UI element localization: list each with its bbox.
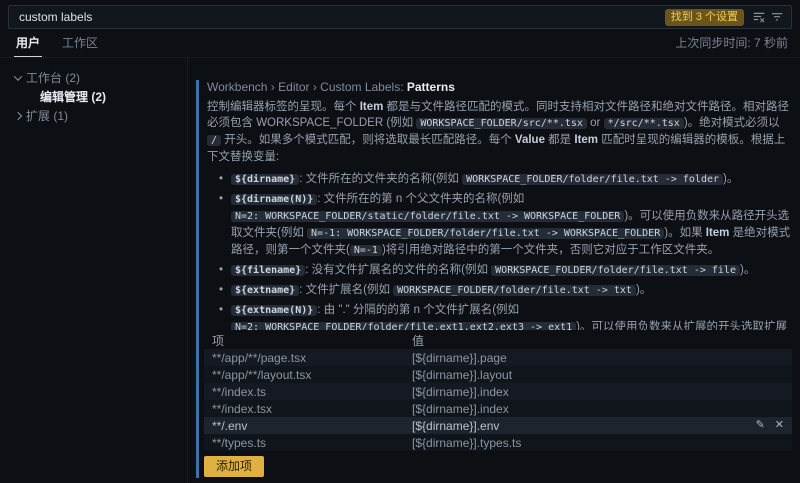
patterns-table: 项 值 **/app/**/page.tsx [${dirname}].page… xyxy=(204,332,792,477)
table-row[interactable]: **/types.ts [${dirname}].types.ts ✎ ✕ xyxy=(204,434,792,451)
row-value: [${dirname}].types.ts xyxy=(404,436,792,450)
sidebar-item-label: 扩展 (1) xyxy=(26,107,68,124)
last-sync-status: 上次同步时间: 7 秒前 xyxy=(675,34,788,57)
setting-description: 控制编辑器标签的呈现。每个 Item 都是与文件路径匹配的模式。同时支持相对文件… xyxy=(207,99,792,165)
settings-editor: 找到 3 个设置 用户 工作区 上次同步时间: 7 秒前 工作台 (2 xyxy=(0,0,800,480)
table-row[interactable]: **/app/**/page.tsx [${dirname}].page ✎ ✕ xyxy=(204,349,792,366)
variable-extname-n: ${extname(N)}: 由 "." 分隔的的第 n 个文件扩展名(例如 N… xyxy=(231,302,792,330)
breadcrumb-prefix: Workbench › Editor › Custom Labels: xyxy=(207,80,407,94)
results-count-badge: 找到 3 个设置 xyxy=(665,9,744,26)
chevron-right-icon[interactable] xyxy=(10,113,26,119)
chevron-down-icon[interactable] xyxy=(10,75,26,81)
settings-search-row: 找到 3 个设置 xyxy=(0,0,800,32)
settings-search-box: 找到 3 个设置 xyxy=(8,5,792,29)
column-header-item: 项 xyxy=(204,332,404,349)
variable-filename: ${filename}: 没有文件扩展名的文件的名称(例如 WORKSPACE_… xyxy=(231,262,792,279)
settings-toc-sidebar: 工作台 (2) 编辑管理 (2) 扩展 (1) xyxy=(0,58,188,483)
table-header-row: 项 值 xyxy=(204,332,792,349)
clear-all-icon[interactable] xyxy=(750,8,768,26)
table-row[interactable]: **/.env [${dirname}].env ✎ ✕ xyxy=(204,417,792,434)
setting-custom-labels-patterns: Workbench › Editor › Custom Labels: Patt… xyxy=(196,80,792,478)
sidebar-item-workbench[interactable]: 工作台 (2) xyxy=(0,68,187,87)
add-item-button[interactable]: 添加项 xyxy=(204,456,264,477)
row-item: **/index.tsx xyxy=(204,402,404,416)
search-input[interactable] xyxy=(17,9,665,25)
column-header-value: 值 xyxy=(404,332,792,349)
tab-user[interactable]: 用户 xyxy=(14,31,42,57)
setting-title: Patterns xyxy=(407,80,455,94)
table-row[interactable]: **/index.ts [${dirname}].index ✎ ✕ xyxy=(204,383,792,400)
table-row[interactable]: **/app/**/layout.tsx [${dirname}].layout… xyxy=(204,366,792,383)
pencil-icon[interactable]: ✎ xyxy=(756,420,765,431)
setting-breadcrumb: Workbench › Editor › Custom Labels: Patt… xyxy=(207,80,792,94)
sidebar-item-label: 工作台 (2) xyxy=(26,69,80,86)
sidebar-item-editor-management[interactable]: 编辑管理 (2) xyxy=(0,87,187,106)
row-value: [${dirname}].index xyxy=(404,385,792,399)
row-item: **/.env xyxy=(204,419,404,433)
table-rows: **/app/**/page.tsx [${dirname}].page ✎ ✕… xyxy=(204,349,792,451)
table-row[interactable]: **/index.tsx [${dirname}].index ✎ ✕ xyxy=(204,400,792,417)
sidebar-item-label: 编辑管理 (2) xyxy=(40,88,106,105)
settings-body: Workbench › Editor › Custom Labels: Patt… xyxy=(188,58,800,483)
row-value: [${dirname}].index xyxy=(404,402,792,416)
variable-dirname-n: ${dirname(N)}: 文件所在的第 n 个父文件夹的名称(例如 N=2:… xyxy=(231,191,792,259)
variable-extname: ${extname}: 文件扩展名(例如 WORKSPACE_FOLDER/fo… xyxy=(231,282,792,299)
setting-text: Workbench › Editor › Custom Labels: Patt… xyxy=(204,80,792,330)
row-item: **/app/**/layout.tsx xyxy=(204,368,404,382)
settings-scope-tabs: 用户 工作区 上次同步时间: 7 秒前 xyxy=(0,32,800,58)
close-icon[interactable]: ✕ xyxy=(775,420,784,431)
variable-dirname: ${dirname}: 文件所在的文件夹的名称(例如 WORKSPACE_FOL… xyxy=(231,171,792,188)
filter-settings-icon[interactable] xyxy=(768,8,786,26)
row-value: [${dirname}].layout xyxy=(404,368,792,382)
row-actions: ✎ ✕ xyxy=(756,417,784,434)
sidebar-item-extensions[interactable]: 扩展 (1) xyxy=(0,106,187,125)
row-item: **/app/**/page.tsx xyxy=(204,351,404,365)
variable-list: ${dirname}: 文件所在的文件夹的名称(例如 WORKSPACE_FOL… xyxy=(207,171,792,330)
row-item: **/index.ts xyxy=(204,385,404,399)
tab-workspace[interactable]: 工作区 xyxy=(60,31,100,57)
row-value: [${dirname}].env xyxy=(404,419,792,433)
row-item: **/types.ts xyxy=(204,436,404,450)
row-value: [${dirname}].page xyxy=(404,351,792,365)
